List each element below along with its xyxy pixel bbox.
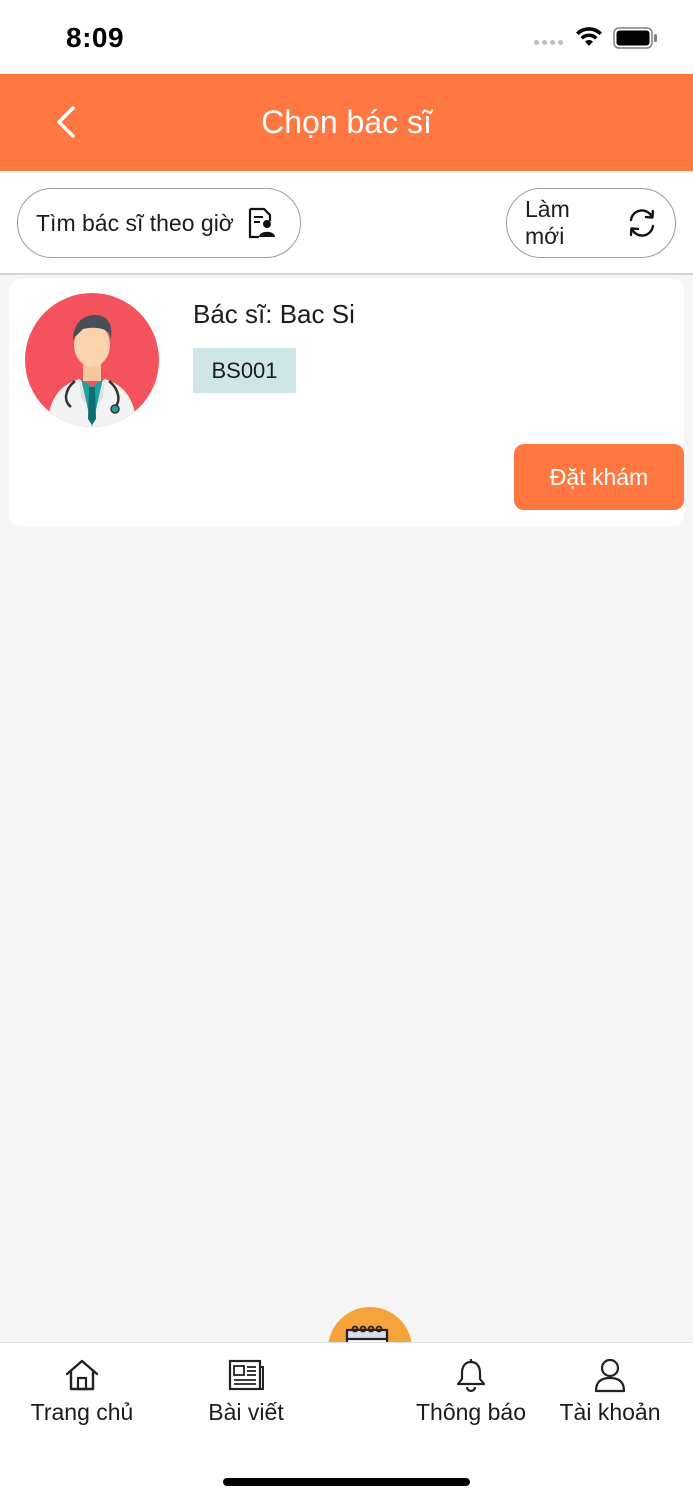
cellular-signal-icon	[534, 40, 563, 45]
refresh-icon	[629, 209, 655, 237]
doctor-card[interactable]: Bác sĩ: Bac Si BS001 Đặt khám	[9, 279, 684, 526]
doctor-search-icon	[248, 207, 275, 239]
nav-posts-label: Bài viết	[208, 1399, 284, 1425]
nav-home-label: Trang chủ	[30, 1399, 134, 1425]
doctor-avatar-icon	[47, 315, 137, 427]
nav-account-label: Tài khoản	[559, 1399, 661, 1425]
book-appointment-button[interactable]: Đặt khám	[514, 444, 684, 510]
refresh-button[interactable]: Làm mới	[506, 188, 676, 258]
battery-icon	[613, 27, 657, 49]
home-indicator	[223, 1478, 470, 1486]
nav-notifications[interactable]: Thông báo	[409, 1357, 533, 1426]
find-doctor-by-time-label: Tìm bác sĩ theo giờ	[36, 209, 234, 236]
nav-account[interactable]: Tài khoản	[554, 1357, 666, 1426]
app-screen: 8:09 Chọn bác sĩ Tìm bác sĩ theo giờ Làm…	[0, 0, 693, 1500]
nav-posts[interactable]: Bài viết	[196, 1357, 296, 1426]
doctor-avatar	[25, 293, 159, 427]
user-icon	[594, 1358, 626, 1393]
bottom-nav: Trang chủ Bài viết Thông báo Tài khoản	[0, 1342, 693, 1500]
doctor-name: Bác sĩ: Bac Si	[193, 299, 355, 329]
status-bar: 8:09	[0, 0, 693, 74]
nav-notifications-label: Thông báo	[416, 1399, 526, 1425]
find-doctor-by-time-button[interactable]: Tìm bác sĩ theo giờ	[17, 188, 301, 258]
bell-icon	[456, 1359, 486, 1393]
doctor-code-badge: BS001	[193, 348, 296, 393]
refresh-label: Làm mới	[525, 196, 570, 249]
app-header: Chọn bác sĩ	[0, 74, 693, 171]
wifi-icon	[576, 27, 602, 46]
nav-home[interactable]: Trang chủ	[26, 1357, 138, 1426]
status-time: 8:09	[66, 22, 125, 53]
action-bar: Tìm bác sĩ theo giờ Làm mới	[0, 171, 693, 275]
news-icon	[228, 1359, 264, 1391]
home-icon	[65, 1359, 99, 1391]
page-title: Chọn bác sĩ	[261, 104, 432, 140]
